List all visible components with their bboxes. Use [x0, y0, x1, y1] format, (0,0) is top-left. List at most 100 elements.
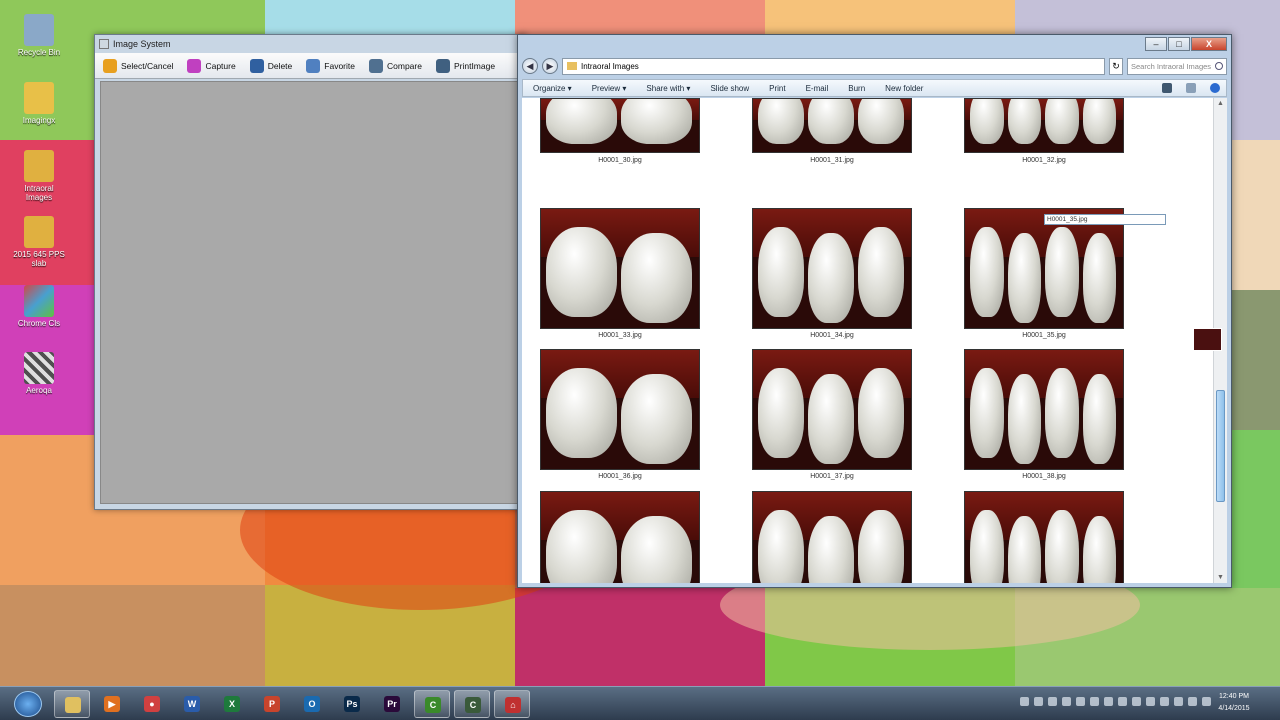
system-tray [1020, 697, 1211, 706]
forward-button[interactable]: ▶ [542, 58, 558, 74]
tray-icon[interactable] [1146, 697, 1155, 706]
desktop-icon-chrome-cls[interactable]: Chrome Cls [12, 285, 66, 328]
desktop-icon-intraoral-images[interactable]: Intraoral Images [12, 150, 66, 202]
tray-icon[interactable] [1118, 697, 1127, 706]
folder-icon [24, 150, 54, 182]
preview-menu[interactable]: Preview ▾ [592, 84, 627, 93]
image-thumbnail[interactable] [540, 349, 700, 470]
tooth-shape [1045, 99, 1079, 144]
taskbar-button-word[interactable]: W [174, 690, 210, 718]
minimize-button[interactable]: – [1145, 37, 1167, 51]
taskbar-button-camtasia[interactable]: C [414, 690, 450, 718]
desktop-icon-recycle-bin[interactable]: Recycle Bin [12, 14, 66, 57]
email-button[interactable]: E-mail [806, 84, 829, 93]
search-input[interactable]: Search Intraoral Images [1127, 57, 1227, 75]
taskbar-button-powerpoint[interactable]: P [254, 690, 290, 718]
image-thumbnail[interactable] [964, 208, 1124, 329]
desktop-icon-imagingx[interactable]: Imagingx [12, 82, 66, 125]
window-controls: – □ X [1145, 37, 1227, 51]
image-thumbnail[interactable] [752, 349, 912, 470]
word-icon: W [184, 696, 200, 712]
new-folder-button[interactable]: New folder [885, 84, 923, 93]
taskbar-button-premiere[interactable]: Pr [374, 690, 410, 718]
tray-icon[interactable] [1048, 697, 1057, 706]
tray-icon[interactable] [1202, 697, 1211, 706]
desktop-icon-label: Intraoral Images [24, 184, 54, 202]
organize-menu[interactable]: Organize ▾ [533, 84, 572, 93]
taskbar-button-outlook[interactable]: O [294, 690, 330, 718]
burn-button[interactable]: Burn [848, 84, 865, 93]
tray-icon[interactable] [1132, 697, 1141, 706]
thumbnail-filename[interactable]: H0001_38.jpg [964, 473, 1124, 480]
thumbnail-filename[interactable]: H0001_36.jpg [540, 473, 700, 480]
tooth-shape [758, 99, 804, 144]
tray-icon[interactable] [1104, 697, 1113, 706]
image-thumbnail[interactable] [540, 208, 700, 329]
address-bar[interactable]: Intraoral Images [562, 57, 1105, 75]
maximize-button[interactable]: □ [1168, 37, 1190, 51]
rename-field[interactable]: H0001_35.jpg [1044, 214, 1166, 225]
window-title: Image System [113, 39, 171, 49]
thumbnail-filename[interactable]: H0001_34.jpg [752, 332, 912, 339]
favorite-button[interactable]: Favorite [306, 58, 355, 73]
image-thumbnail[interactable] [540, 491, 700, 583]
taskbar-button-photoshop[interactable]: Ps [334, 690, 370, 718]
tooth-shape [970, 368, 1004, 458]
tray-icon[interactable] [1090, 697, 1099, 706]
tray-icon[interactable] [1034, 697, 1043, 706]
outlook-icon: O [304, 696, 320, 712]
desktop-icon-pps-slab[interactable]: 2015 645 PPS slab [12, 216, 66, 268]
image-system-titlebar[interactable]: Image System [95, 35, 525, 53]
tray-icon[interactable] [1160, 697, 1169, 706]
tray-icon[interactable] [1020, 697, 1029, 706]
image-thumbnail[interactable] [540, 98, 700, 153]
scroll-up-arrow[interactable]: ▲ [1216, 100, 1225, 107]
delete-button[interactable]: Delete [249, 58, 292, 73]
tray-icon[interactable] [1174, 697, 1183, 706]
image-thumbnail[interactable] [752, 98, 912, 153]
thumbnail-filename[interactable]: H0001_37.jpg [752, 473, 912, 480]
close-button[interactable]: X [1191, 37, 1227, 51]
thumbnail-filename[interactable]: H0001_32.jpg [964, 157, 1124, 164]
address-path: Intraoral Images [581, 61, 639, 71]
thumbnail-filename[interactable]: H0001_31.jpg [752, 157, 912, 164]
tray-icon[interactable] [1188, 697, 1197, 706]
start-button[interactable] [14, 691, 42, 717]
clock[interactable]: 12:40 PM 4/14/2015 [1212, 691, 1256, 715]
tray-icon[interactable] [1062, 697, 1071, 706]
compare-button[interactable]: Compare [369, 58, 422, 73]
image-canvas-area[interactable] [100, 81, 520, 504]
taskbar-button-media-player[interactable]: ▶ [94, 690, 130, 718]
taskbar-button-camtasia-recorder[interactable]: C [454, 690, 490, 718]
image-thumbnail[interactable] [752, 208, 912, 329]
refresh-button[interactable]: ↻ [1109, 57, 1123, 75]
image-thumbnail[interactable] [964, 349, 1124, 470]
share-with-menu[interactable]: Share with ▾ [646, 84, 690, 93]
print-button[interactable]: Print [769, 84, 785, 93]
slide-show-button[interactable]: Slide show [710, 84, 749, 93]
image-system-window: Image System Select/Cancel Capture Delet… [94, 34, 526, 510]
desktop-icon-aeroqa[interactable]: Aeroqa [12, 352, 66, 395]
back-button[interactable]: ◀ [522, 58, 538, 74]
thumbnail-filename[interactable]: H0001_30.jpg [540, 157, 700, 164]
tray-icon[interactable] [1076, 697, 1085, 706]
preview-pane-icon[interactable] [1186, 83, 1196, 93]
help-icon[interactable] [1210, 83, 1220, 93]
select-cancel-button[interactable]: Select/Cancel [103, 58, 173, 73]
tooth-shape [970, 510, 1004, 583]
taskbar-button-chrome[interactable]: ● [134, 690, 170, 718]
image-thumbnail[interactable] [964, 98, 1124, 153]
view-options-icon[interactable] [1162, 83, 1172, 93]
explorer-window: – □ X ◀ ▶ Intraoral Images ↻ Search Intr… [517, 34, 1232, 588]
taskbar-button-excel[interactable]: X [214, 690, 250, 718]
scroll-down-arrow[interactable]: ▼ [1216, 574, 1225, 581]
scrollbar-thumb[interactable] [1216, 390, 1225, 502]
thumbnail-filename[interactable]: H0001_35.jpg [964, 332, 1124, 339]
capture-button[interactable]: Capture [187, 58, 236, 73]
image-thumbnail[interactable] [964, 491, 1124, 583]
taskbar-button-explorer[interactable] [54, 690, 90, 718]
thumbnail-filename[interactable]: H0001_33.jpg [540, 332, 700, 339]
taskbar-button-dental-app[interactable]: ⌂ [494, 690, 530, 718]
image-thumbnail[interactable] [752, 491, 912, 583]
print-image-button[interactable]: PrintImage [435, 58, 495, 73]
